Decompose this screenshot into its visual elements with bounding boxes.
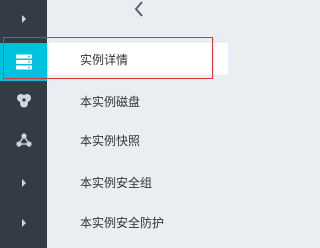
nav-item-instance-details[interactable]: 实例详情 [47, 43, 228, 75]
server-icon [15, 54, 32, 70]
nav-item-label: 实例详情 [80, 52, 129, 67]
nav-item-label: 本实例安全防护 [80, 215, 165, 230]
nav-item-label: 本实例安全组 [80, 175, 153, 190]
rail-network-item[interactable] [0, 122, 47, 158]
icon-rail [0, 0, 47, 248]
nav-item-instance-security-groups[interactable]: 本实例安全组 [47, 166, 228, 198]
rail-expand-item[interactable] [0, 0, 47, 38]
nav-item-instance-disks[interactable]: 本实例磁盘 [47, 85, 228, 117]
caret-right-icon [21, 15, 26, 23]
rail-server-item[interactable] [0, 43, 47, 81]
secondary-nav-panel: 实例详情 本实例磁盘 本实例快照 本实例安全组 本实例安全防护 [47, 0, 228, 248]
rail-disk-item[interactable] [0, 83, 47, 119]
back-button[interactable] [129, 0, 149, 18]
rail-expand-item[interactable] [0, 165, 47, 201]
chevron-left-icon [134, 1, 143, 17]
network-icon [15, 133, 32, 147]
caret-right-icon [21, 179, 26, 187]
nav-item-instance-security-protection[interactable]: 本实例安全防护 [47, 206, 228, 238]
nav-item-instance-snapshots[interactable]: 本实例快照 [47, 124, 228, 156]
nav-item-label: 本实例快照 [80, 133, 141, 148]
caret-right-icon [21, 219, 26, 227]
nav-item-label: 本实例磁盘 [80, 94, 141, 109]
rail-expand-item[interactable] [0, 205, 47, 241]
disk-icon [16, 94, 31, 108]
